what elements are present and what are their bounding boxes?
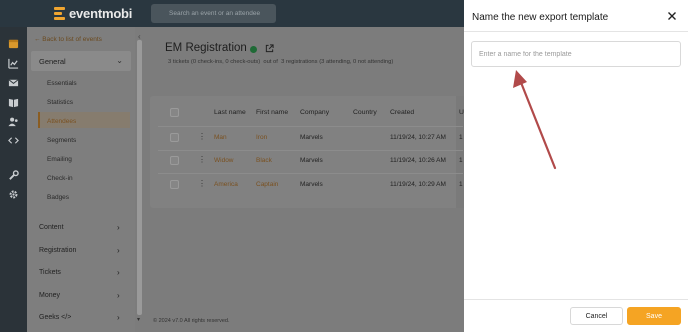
sidebar-item-segments[interactable]: Segments bbox=[47, 137, 76, 144]
cell-first-name[interactable]: Black bbox=[256, 157, 272, 164]
column-header-first-name[interactable]: First name bbox=[256, 109, 288, 116]
column-header-created[interactable]: Created bbox=[390, 109, 414, 116]
book-icon[interactable] bbox=[7, 96, 20, 108]
sidebar-section-money[interactable]: Money bbox=[39, 292, 60, 299]
cell-created: 11/19/24, 10:27 AM bbox=[390, 134, 446, 141]
scroll-down-icon[interactable]: ▾ bbox=[137, 316, 140, 323]
cell-company: Marvels bbox=[300, 157, 323, 164]
cell-last-name[interactable]: America bbox=[214, 181, 238, 188]
cell-last-name[interactable]: Widow bbox=[214, 157, 234, 164]
sidebar-section-geeks[interactable]: Geeks </> bbox=[39, 314, 71, 321]
close-icon[interactable] bbox=[666, 10, 678, 22]
drawer-footer-divider bbox=[464, 299, 688, 300]
sidebar-item-badges[interactable]: Badges bbox=[47, 194, 69, 201]
out-of-text: out of bbox=[263, 59, 278, 65]
eventmobi-logo[interactable]: eventmobi bbox=[54, 6, 132, 21]
brand-name: eventmobi bbox=[69, 6, 133, 21]
sidebar-scrollbar[interactable] bbox=[137, 40, 142, 315]
chevron-right-icon: › bbox=[117, 313, 120, 322]
row-checkbox[interactable] bbox=[170, 180, 179, 189]
calendar-icon[interactable] bbox=[7, 37, 20, 49]
row-divider bbox=[158, 173, 463, 174]
footer-copyright: © 2024 v7.0 All rights reserved. bbox=[153, 318, 230, 324]
registrations-count: 3 registrations bbox=[281, 59, 318, 65]
sidebar-item-statistics[interactable]: Statistics bbox=[47, 99, 73, 106]
nav-group-label: General bbox=[39, 57, 66, 66]
cell-first-name[interactable]: Iron bbox=[256, 134, 267, 141]
row-divider bbox=[158, 150, 463, 151]
cell-created: 11/19/24, 10:29 AM bbox=[390, 181, 446, 188]
template-name-input[interactable] bbox=[471, 41, 681, 67]
mail-icon[interactable] bbox=[7, 76, 20, 88]
column-header-country[interactable]: Country bbox=[353, 109, 377, 116]
nav-group-general[interactable]: General ⌄ bbox=[31, 51, 131, 71]
chevron-right-icon: › bbox=[117, 246, 120, 255]
tickets-count: 3 tickets bbox=[168, 59, 190, 65]
tickets-detail: (0 check-ins, 0 check-outs) bbox=[190, 59, 261, 65]
chevron-right-icon: › bbox=[117, 223, 120, 232]
column-header-company[interactable]: Company bbox=[300, 109, 329, 116]
sidebar-item-essentials[interactable]: Essentials bbox=[47, 80, 77, 87]
wrench-icon[interactable] bbox=[7, 169, 20, 181]
external-link-icon[interactable] bbox=[265, 44, 274, 53]
cell-company: Marvels bbox=[300, 134, 323, 141]
sidebar: ← Back to list of events General ⌄ Essen… bbox=[27, 27, 135, 332]
logo-mark-icon bbox=[54, 7, 65, 20]
icon-rail bbox=[0, 27, 27, 332]
sidebar-item-attendees[interactable]: Attendees bbox=[47, 118, 76, 125]
save-button[interactable]: Save bbox=[627, 307, 681, 325]
status-dot bbox=[250, 46, 257, 53]
chevron-down-icon: ⌄ bbox=[116, 56, 123, 65]
chevron-right-icon: › bbox=[117, 268, 120, 277]
cell-created: 11/19/24, 10:26 AM bbox=[390, 157, 446, 164]
sidebar-item-check-in[interactable]: Check-in bbox=[47, 175, 73, 182]
drawer-title: Name the new export template bbox=[472, 12, 609, 23]
registration-stats: 3 tickets (0 check-ins, 0 check-outs) ou… bbox=[168, 59, 393, 65]
global-search-input[interactable]: Search an event or an attendee bbox=[151, 4, 276, 23]
cell-extra: 1 bbox=[459, 181, 463, 188]
row-divider bbox=[158, 126, 463, 127]
sidebar-item-emailing[interactable]: Emailing bbox=[47, 156, 72, 163]
sidebar-section-tickets[interactable]: Tickets bbox=[39, 269, 61, 276]
row-menu-icon[interactable]: ⋮ bbox=[198, 156, 206, 164]
select-all-checkbox[interactable] bbox=[170, 108, 179, 117]
people-icon[interactable] bbox=[7, 115, 20, 127]
column-header-last-name[interactable]: Last name bbox=[214, 109, 246, 116]
export-template-drawer: Name the new export template Cancel Save bbox=[464, 0, 688, 332]
search-placeholder: Search an event or an attendee bbox=[169, 10, 261, 17]
row-checkbox[interactable] bbox=[170, 133, 179, 142]
cell-extra: 1 bbox=[459, 134, 463, 141]
attendees-table: Last name First name Company Country Cre… bbox=[150, 96, 465, 208]
cancel-button[interactable]: Cancel bbox=[570, 307, 623, 325]
sidebar-section-registration[interactable]: Registration bbox=[39, 247, 76, 254]
sidebar-section-content[interactable]: Content bbox=[39, 224, 64, 231]
cell-company: Marvels bbox=[300, 181, 323, 188]
page-title: EM Registration bbox=[165, 42, 247, 54]
chevron-right-icon: › bbox=[117, 291, 120, 300]
code-icon[interactable] bbox=[7, 134, 20, 146]
row-checkbox[interactable] bbox=[170, 156, 179, 165]
row-menu-icon[interactable]: ⋮ bbox=[198, 133, 206, 141]
drawer-header-divider bbox=[464, 31, 688, 32]
registrations-detail: (3 attending, 0 not attending) bbox=[319, 59, 394, 65]
cell-first-name[interactable]: Captain bbox=[256, 181, 278, 188]
main-content: EM Registration 3 tickets (0 check-ins, … bbox=[148, 27, 465, 332]
back-to-events-link[interactable]: ← Back to list of events bbox=[34, 36, 102, 43]
gear-icon[interactable] bbox=[7, 188, 20, 200]
cell-last-name[interactable]: Man bbox=[214, 134, 227, 141]
cell-extra: 1 bbox=[459, 157, 463, 164]
chart-icon[interactable] bbox=[7, 57, 20, 69]
row-menu-icon[interactable]: ⋮ bbox=[198, 180, 206, 188]
